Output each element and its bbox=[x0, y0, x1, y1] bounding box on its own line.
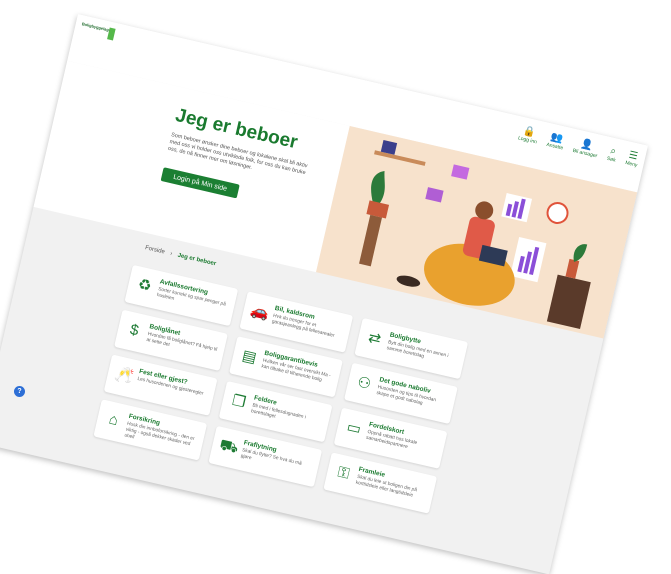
card-desc: Bli med i fellesdugnaden i borettslaget bbox=[250, 403, 307, 421]
house-icon: ⌂ bbox=[107, 410, 120, 430]
breadcrumb-current: Jeg er beboer bbox=[176, 252, 217, 268]
nav-menu[interactable]: ☰ Meny bbox=[625, 149, 641, 169]
logo-mark bbox=[107, 27, 116, 41]
breadcrumb-separator: › bbox=[169, 250, 173, 258]
moving-icon: ⛟ bbox=[217, 436, 241, 457]
card-desc: Bytt din bolig med en annen i samme bore… bbox=[386, 340, 449, 360]
browser-page: Boligbyggelaget 🔒 Logg inn 👥 Ansatte 👤 B… bbox=[0, 14, 649, 574]
recycle-icon: ♻ bbox=[136, 275, 154, 296]
money-icon: $ bbox=[128, 321, 141, 340]
document-icon: ▤ bbox=[240, 346, 259, 367]
car-icon: 🚗 bbox=[248, 301, 271, 323]
key-icon: ⚿ bbox=[336, 463, 352, 483]
breadcrumb-home[interactable]: Forside bbox=[144, 245, 165, 255]
files-icon: ❐ bbox=[230, 391, 248, 412]
topic-grid: ♻ Avfallssortering Sorter korrekt og spa… bbox=[93, 264, 474, 515]
nav-become-member[interactable]: 👤 Bli ansager bbox=[572, 137, 600, 160]
nav-employees[interactable]: 👥 Ansatte bbox=[546, 131, 566, 152]
people-icon: ⚇ bbox=[355, 373, 373, 394]
logo-text: Boligbyggelaget bbox=[81, 21, 113, 34]
nav-search-label: Søk bbox=[606, 155, 617, 164]
nav-search[interactable]: ⌕ Søk bbox=[606, 145, 618, 164]
card-desc: Husk din innboforsikring - den er viktig… bbox=[123, 421, 195, 448]
breadcrumb: Forside › Jeg er beboer bbox=[144, 245, 216, 267]
nav-become-member-label: Bli ansager bbox=[572, 147, 598, 160]
card-icon: ▭ bbox=[345, 418, 363, 439]
main-nav: 🔒 Logg inn 👥 Ansatte 👤 Bli ansager ⌕ Søk… bbox=[517, 125, 641, 169]
nav-login[interactable]: 🔒 Logg inn bbox=[517, 125, 540, 145]
cheers-icon: 🥂 bbox=[113, 364, 136, 386]
card-desc: Skal du leie ut boligen din på korttidsl… bbox=[355, 474, 418, 499]
logo[interactable]: Boligbyggelaget bbox=[80, 21, 116, 41]
swap-icon: ⇄ bbox=[366, 328, 383, 349]
help-button[interactable]: ? bbox=[14, 386, 25, 397]
card-desc: Hvordan få boliglånet? Få hjelp til at s… bbox=[145, 331, 218, 353]
